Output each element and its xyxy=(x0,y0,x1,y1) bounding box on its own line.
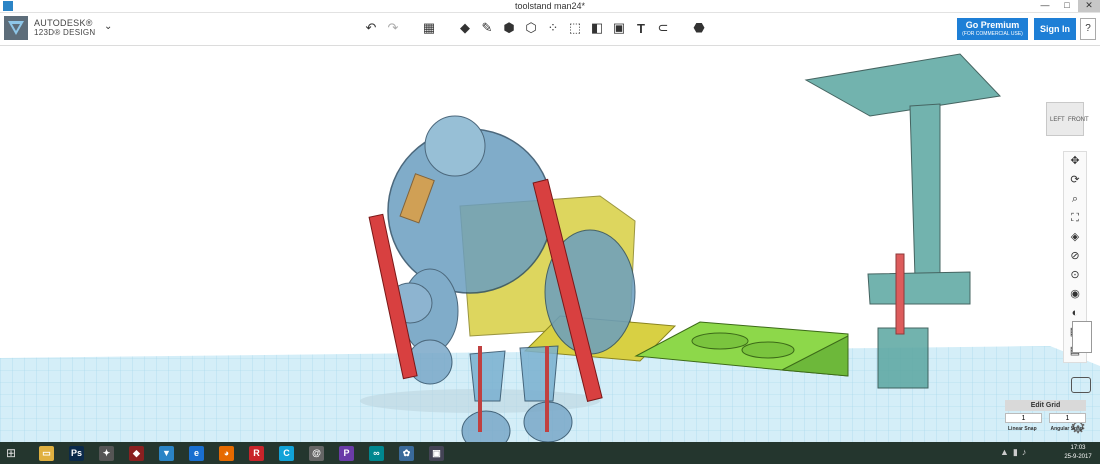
brand-name: AUTODESK® 123D® DESIGN xyxy=(34,18,96,38)
photoshop-icon: Ps xyxy=(69,445,84,461)
angular-snap-input[interactable]: 1 xyxy=(1049,413,1086,423)
orbit-icon[interactable]: ⟳ xyxy=(1070,171,1079,190)
file-explorer-icon: ▭ xyxy=(39,445,54,461)
app-4-taskbar-button[interactable]: ◆ xyxy=(122,443,151,463)
hide-icon[interactable]: ⊘ xyxy=(1070,247,1079,266)
snap-tool-icon[interactable]: ⊂ xyxy=(654,19,672,37)
network-icon[interactable]: ▮ xyxy=(1013,447,1018,458)
app-c-taskbar-button[interactable]: C xyxy=(272,443,301,463)
angular-snap-label: Angular Snap xyxy=(1050,426,1083,432)
view-style-icon[interactable]: ◈ xyxy=(1071,228,1079,247)
text-tool-icon[interactable]: T xyxy=(632,19,650,37)
company-name: AUTODESK® xyxy=(34,18,93,28)
window-title: toolstand man24* xyxy=(514,1,586,11)
go-premium-button[interactable]: Go Premium (FOR COMMERCIAL USE) xyxy=(957,18,1028,40)
camera-icon[interactable] xyxy=(1071,377,1091,393)
window-titlebar: toolstand man24* — □ ✕ xyxy=(0,0,1100,13)
123d-design-taskbar-button[interactable]: ▼ xyxy=(152,443,181,463)
app-4-icon: ◆ xyxy=(129,445,144,461)
grouping-tool-icon[interactable]: ⬚ xyxy=(566,19,584,37)
modify-tool-icon[interactable]: ⬡ xyxy=(522,19,540,37)
taskbar-clock[interactable]: 17:03 25-9-2017 xyxy=(1058,444,1098,462)
minimize-button[interactable]: — xyxy=(1034,0,1056,12)
measure-tool-icon[interactable]: ▣ xyxy=(610,19,628,37)
app-r-taskbar-button[interactable]: R xyxy=(242,443,271,463)
arduino-icon: ∞ xyxy=(369,445,384,461)
maximize-button[interactable]: □ xyxy=(1056,0,1078,12)
help-button[interactable]: ? xyxy=(1080,18,1096,40)
app-c-icon: C xyxy=(279,445,294,461)
main-toolbar: AUTODESK® 123D® DESIGN ⌄ ↶ ↷ ▦ ◆ ✎ ⬢ ⬡ ⁘… xyxy=(0,13,1100,46)
transform-tool-icon[interactable]: ▦ xyxy=(420,19,438,37)
app-cube-taskbar-button[interactable]: ▣ xyxy=(422,443,451,463)
viewcube-front-face[interactable]: FRONT xyxy=(1068,117,1089,123)
autodesk-logo-icon[interactable] xyxy=(4,16,28,40)
firefox-taskbar-button[interactable]: ◕ xyxy=(212,443,241,463)
go-premium-sublabel: (FOR COMMERCIAL USE) xyxy=(962,31,1023,37)
redo-icon[interactable]: ↷ xyxy=(384,19,402,37)
arduino-taskbar-button[interactable]: ∞ xyxy=(362,443,391,463)
internet-explorer-taskbar-button[interactable]: e xyxy=(182,443,211,463)
file-explorer-taskbar-button[interactable]: ▭ xyxy=(32,443,61,463)
zoom-icon[interactable]: ⌕ xyxy=(1072,190,1078,209)
close-button[interactable]: ✕ xyxy=(1078,0,1100,12)
visibility-icon[interactable]: ⊙ xyxy=(1070,266,1079,285)
3d-viewport[interactable]: LEFT FRONT ✥ ⟳ ⌕ ⛶ ◈ ⊘ ⊙ ◉ ◐ ▨ ▤ ⚙ Edit … xyxy=(0,46,1100,442)
123d-design-icon: ▼ xyxy=(159,445,174,461)
edit-grid-panel: Edit Grid 1 1 Linear Snap Angular Snap xyxy=(1005,400,1086,440)
app-p-icon: P xyxy=(339,445,354,461)
app-cube-icon: ▣ xyxy=(429,445,444,461)
view-cube[interactable]: LEFT FRONT xyxy=(1046,102,1089,136)
app-3-taskbar-button[interactable]: ✦ xyxy=(92,443,121,463)
app-r-icon: R xyxy=(249,445,264,461)
combine-tool-icon[interactable]: ◧ xyxy=(588,19,606,37)
material-view-icon[interactable]: ◉ xyxy=(1070,285,1080,304)
product-name: 123D® DESIGN xyxy=(34,28,96,37)
app-menu-chevron-icon[interactable]: ⌄ xyxy=(104,21,112,32)
construct-tool-icon[interactable]: ⬢ xyxy=(500,19,518,37)
volume-icon[interactable]: ♪ xyxy=(1022,447,1027,458)
firefox-icon: ◕ xyxy=(219,445,234,461)
viewcube-left-face[interactable]: LEFT xyxy=(1050,117,1065,123)
go-premium-label: Go Premium xyxy=(965,20,1020,30)
sketch-tool-icon[interactable]: ✎ xyxy=(478,19,496,37)
system-tray: ▲ ▮ ♪ xyxy=(1000,447,1026,458)
pattern-tool-icon[interactable]: ⁘ xyxy=(544,19,562,37)
fit-view-icon[interactable]: ⛶ xyxy=(1071,209,1079,228)
windows-taskbar: ⊞ ▭ Ps ✦ ◆ ▼ e ◕ R C @ P ∞ ✿ ▣ ▲ ▮ ♪ 17:03 25-9-2017 xyxy=(0,442,1100,464)
tool-group: ↶ ↷ ▦ ◆ ✎ ⬢ ⬡ ⁘ ⬚ ◧ ▣ T ⊂ ⬣ xyxy=(362,19,708,37)
app-paint-icon: ✿ xyxy=(399,445,414,461)
taskbar-apps: ▭ Ps ✦ ◆ ▼ e ◕ R C @ P ∞ ✿ ▣ xyxy=(32,443,452,463)
sign-in-button[interactable]: Sign In xyxy=(1034,18,1076,40)
tray-arrow-icon[interactable]: ▲ xyxy=(1000,447,1009,458)
edit-grid-button[interactable]: Edit Grid xyxy=(1005,400,1086,411)
app-paint-taskbar-button[interactable]: ✿ xyxy=(392,443,421,463)
nav-flyout-panel[interactable] xyxy=(1072,321,1092,353)
app-g-taskbar-button[interactable]: @ xyxy=(302,443,331,463)
material-tool-icon[interactable]: ⬣ xyxy=(690,19,708,37)
app-p-taskbar-button[interactable]: P xyxy=(332,443,361,463)
clock-date: 25-9-2017 xyxy=(1064,454,1092,460)
linear-snap-input[interactable]: 1 xyxy=(1005,413,1042,423)
internet-explorer-icon: e xyxy=(189,445,204,461)
pan-icon[interactable]: ✥ xyxy=(1070,152,1079,171)
clock-time: 17:03 xyxy=(1070,445,1086,451)
app-g-icon: @ xyxy=(309,445,324,461)
start-button[interactable]: ⊞ xyxy=(6,446,16,460)
primitives-tool-icon[interactable]: ◆ xyxy=(456,19,474,37)
linear-snap-label: Linear Snap xyxy=(1008,426,1037,432)
scene-canvas xyxy=(0,53,1100,442)
undo-icon[interactable]: ↶ xyxy=(362,19,380,37)
app-3-icon: ✦ xyxy=(99,445,114,461)
photoshop-taskbar-button[interactable]: Ps xyxy=(62,443,91,463)
